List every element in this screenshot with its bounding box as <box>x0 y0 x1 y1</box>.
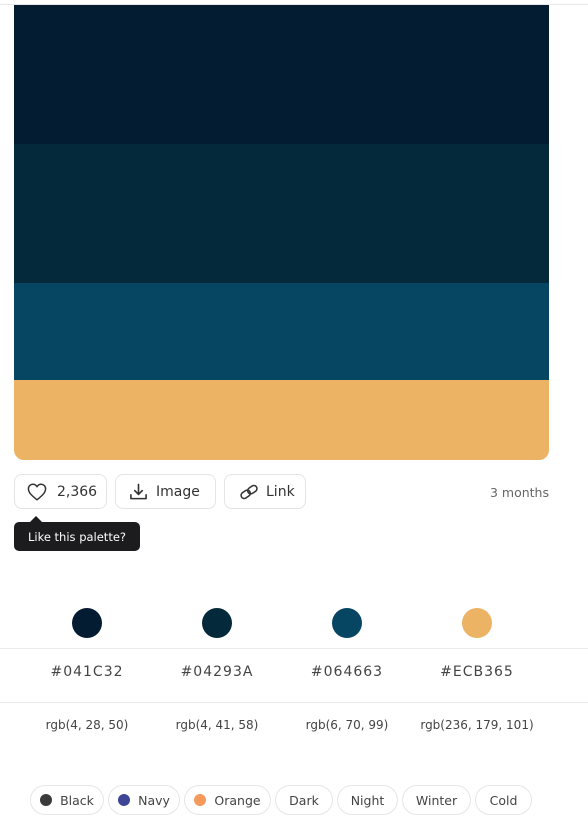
tag-label: Night <box>350 792 385 808</box>
tag-winter[interactable]: Winter <box>402 785 471 815</box>
copy-link-button[interactable]: Link <box>224 474 306 509</box>
link-icon <box>238 483 260 501</box>
hex-code-1[interactable]: #041C32 <box>22 664 152 680</box>
like-count: 2,366 <box>57 483 98 500</box>
palette-preview[interactable] <box>14 5 549 460</box>
image-button-label: Image <box>156 483 200 500</box>
rgb-code-2[interactable]: rgb(4, 41, 58) <box>152 718 282 732</box>
rgb-code-3[interactable]: rgb(6, 70, 99) <box>282 718 412 732</box>
tag-navy[interactable]: Navy <box>108 785 180 815</box>
time-ago: 3 months <box>489 485 549 500</box>
color-dot-3[interactable] <box>332 608 362 638</box>
rgb-code-4[interactable]: rgb(236, 179, 101) <box>412 718 542 732</box>
download-image-button[interactable]: Image <box>115 474 216 509</box>
hex-code-2[interactable]: #04293A <box>152 664 282 680</box>
download-icon <box>129 483 148 501</box>
like-tooltip: Like this palette? <box>14 522 140 551</box>
tag-label: Black <box>60 792 94 808</box>
color-dot-2[interactable] <box>202 608 232 638</box>
tag-color-dot <box>194 794 207 806</box>
link-button-label: Link <box>266 483 295 500</box>
tag-black[interactable]: Black <box>30 785 104 815</box>
palette-swatch-4[interactable] <box>14 380 549 460</box>
tag-label: Orange <box>214 792 261 808</box>
like-button[interactable]: 2,366 <box>14 474 107 509</box>
color-dot-1[interactable] <box>72 608 102 638</box>
hex-code-4[interactable]: #ECB365 <box>412 664 542 680</box>
color-dot-4[interactable] <box>462 608 492 638</box>
divider <box>0 648 588 649</box>
tag-color-dot <box>40 794 53 806</box>
tag-dark[interactable]: Dark <box>275 785 333 815</box>
palette-swatch-2[interactable] <box>14 144 549 283</box>
tag-orange[interactable]: Orange <box>184 785 271 815</box>
palette-swatch-3[interactable] <box>14 283 549 380</box>
tag-label: Dark <box>289 792 319 808</box>
tag-label: Cold <box>489 792 518 808</box>
rgb-code-1[interactable]: rgb(4, 28, 50) <box>22 718 152 732</box>
tag-label: Navy <box>138 792 170 808</box>
tag-label: Winter <box>415 792 458 808</box>
tag-night[interactable]: Night <box>337 785 398 815</box>
heart-icon <box>27 482 47 501</box>
hex-code-3[interactable]: #064663 <box>282 664 412 680</box>
tag-color-dot <box>118 794 131 806</box>
tag-cold[interactable]: Cold <box>475 785 532 815</box>
palette-swatch-1[interactable] <box>14 5 549 144</box>
divider <box>0 702 588 703</box>
